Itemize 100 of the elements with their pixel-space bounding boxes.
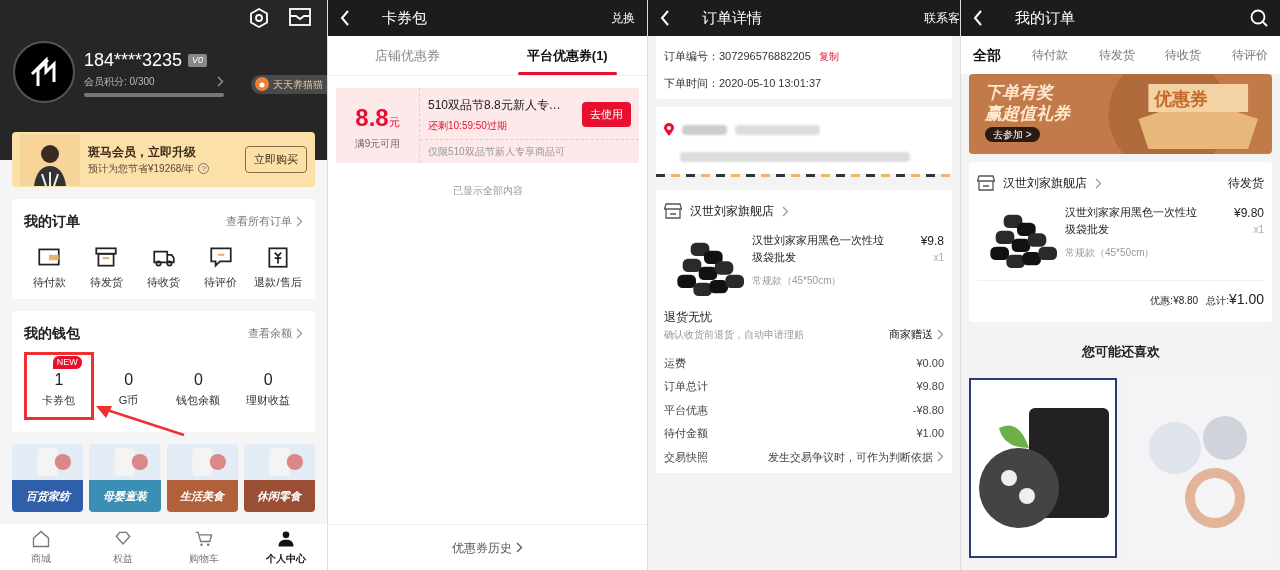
order-status-label[interactable]: 待收货: [147, 274, 180, 291]
section-heading: 您可能还喜欢: [1080, 343, 1161, 361]
wallet-label: 理财收益: [246, 392, 291, 408]
wallet-label: G币: [118, 392, 139, 408]
new-badge: NEW: [52, 355, 82, 369]
insurance-note: 确认收货前退货，自动申请理赔: [664, 327, 804, 342]
banner-headline: 赢超值礼券: [985, 103, 1070, 125]
order-status: 待发货: [1228, 175, 1264, 192]
order-number: 订单编号：307296576882205: [664, 49, 811, 64]
comment-icon[interactable]: [207, 244, 234, 270]
chevron-icon: [296, 327, 303, 339]
page-title: 卡券包: [382, 7, 427, 28]
order-tab[interactable]: 待评价: [1232, 46, 1268, 64]
tile-title: 母婴童装: [102, 488, 147, 504]
fee-value: -¥8.80: [912, 402, 944, 418]
snapshot-link[interactable]: 发生交易争议时，可作为判断依据: [768, 448, 933, 465]
banner-headline: 下单有奖: [985, 82, 1056, 104]
order-status-label[interactable]: 退款/售后: [254, 274, 302, 291]
wallet-item[interactable]: 0 钱包余额: [163, 351, 234, 420]
back-icon[interactable]: [660, 10, 670, 26]
page-title: 订单详情: [702, 7, 762, 28]
mail-icon[interactable]: [289, 8, 311, 26]
box-icon[interactable]: [93, 244, 120, 270]
coupon-condition: 满9元可用: [354, 137, 401, 151]
order-status-label[interactable]: 待评价: [204, 274, 238, 291]
product-quantity: x1: [933, 251, 944, 265]
product-price: ¥9.8: [920, 233, 944, 250]
copy-link[interactable]: 复制: [818, 48, 839, 64]
nav-tab[interactable]: 个人中心: [245, 524, 327, 570]
coupon-expiry: 还剩10:59:50过期: [428, 119, 508, 133]
category-tile[interactable]: 百货家纺: [12, 480, 84, 512]
wallet-item[interactable]: NEW 1 卡券包: [24, 351, 94, 420]
wallet-value: 0: [263, 371, 273, 388]
fee-value: ¥9.80: [916, 379, 944, 394]
nav-tab[interactable]: 权益: [81, 524, 164, 570]
settings-icon[interactable]: [249, 8, 269, 28]
chevron-icon: [782, 205, 789, 217]
tile-title: 休闲零食: [257, 488, 302, 504]
view-all-orders-link[interactable]: 查看所有订单: [226, 213, 292, 230]
fee-label: 平台优惠: [664, 402, 708, 418]
tile-title: 百货家纺: [25, 488, 70, 504]
search-icon[interactable]: [1250, 9, 1268, 27]
fee-label: 运费: [664, 355, 686, 371]
order-status-label[interactable]: 待发货: [89, 274, 123, 291]
cat-game-pill[interactable]: 天天养猫猫: [251, 74, 327, 94]
tile-title: 生活美食: [180, 488, 225, 504]
redeem-link[interactable]: 兑换: [611, 9, 635, 27]
store-name[interactable]: 汉世刘家旗舰店: [1003, 174, 1087, 192]
coupon-tab[interactable]: 店铺优惠券: [328, 36, 488, 75]
chevron-icon: [937, 328, 944, 340]
vip-badge: V0: [188, 53, 208, 68]
nav-tab[interactable]: 商城: [0, 524, 82, 570]
buy-now-button[interactable]: 立即购买: [245, 146, 307, 173]
avatar: [12, 40, 76, 104]
chevron-icon: [1095, 177, 1102, 189]
coupon-tab[interactable]: 平台优惠券(1): [487, 36, 647, 75]
fee-value: ¥1.00: [916, 426, 944, 441]
phone-number: 184****3235: [84, 49, 183, 72]
product-name: 汉世刘家家用黑色一次性垃圾袋批发: [1065, 205, 1198, 237]
back-icon[interactable]: [340, 10, 350, 26]
chevron-icon: [937, 451, 944, 463]
wallet-label: 钱包余额: [176, 392, 221, 408]
insurance-title: 退货无忧: [664, 309, 713, 326]
promo-banner[interactable]: 下单有奖 赢超值礼券 去参加 > 优惠券: [969, 74, 1272, 154]
coupon-unit: 元: [388, 116, 400, 130]
product-name: 汉世刘家家用黑色一次性垃圾袋批发: [752, 233, 885, 265]
fee-value: ¥0.00: [916, 355, 944, 371]
wallet-label: 卡券包: [42, 392, 76, 408]
coupon-name: 510双品节8.8元新人专…: [428, 97, 562, 114]
category-tile[interactable]: 休闲零食: [243, 480, 315, 512]
chevron-icon: [516, 542, 523, 553]
card-title: 我的钱包: [24, 323, 80, 343]
fee-label: 待付金额: [664, 426, 708, 441]
wallet-value: 0: [193, 371, 203, 388]
view-balance-link[interactable]: 查看余额: [248, 324, 292, 342]
wallet-item[interactable]: 0 理财收益: [233, 351, 303, 420]
order-tab[interactable]: 待付款: [1031, 46, 1068, 64]
end-of-list-note: 已显示全部内容: [451, 184, 524, 198]
category-tile[interactable]: 母婴童装: [89, 480, 161, 512]
chevron-icon: [217, 76, 224, 87]
order-tab[interactable]: 全部: [973, 44, 1001, 66]
yen-receipt-icon[interactable]: [265, 244, 291, 270]
category-tile[interactable]: 生活美食: [166, 480, 238, 512]
chevron-icon: [296, 216, 303, 227]
home-icon: [30, 528, 51, 549]
order-status-label[interactable]: 待付款: [32, 274, 66, 291]
blurred-name: [682, 124, 727, 135]
order-tab[interactable]: 待发货: [1098, 46, 1135, 64]
coupon-amount: 8.8: [355, 103, 389, 133]
insurance-value[interactable]: 商家赠送: [889, 326, 933, 343]
coupon-history-link[interactable]: 优惠券历史: [452, 538, 512, 557]
nav-tab[interactable]: 购物车: [163, 524, 246, 570]
store-name[interactable]: 汉世刘家旗舰店: [690, 202, 774, 220]
use-coupon-button[interactable]: 去使用: [582, 102, 631, 127]
contact-link[interactable]: 联系客: [924, 9, 960, 27]
back-icon[interactable]: [973, 10, 983, 26]
wallet-value: 0: [124, 371, 134, 388]
wallet-item[interactable]: 0 G币: [93, 351, 164, 420]
order-tab[interactable]: 待收货: [1165, 46, 1202, 64]
order-total: 总计:¥1.00: [1206, 290, 1264, 309]
